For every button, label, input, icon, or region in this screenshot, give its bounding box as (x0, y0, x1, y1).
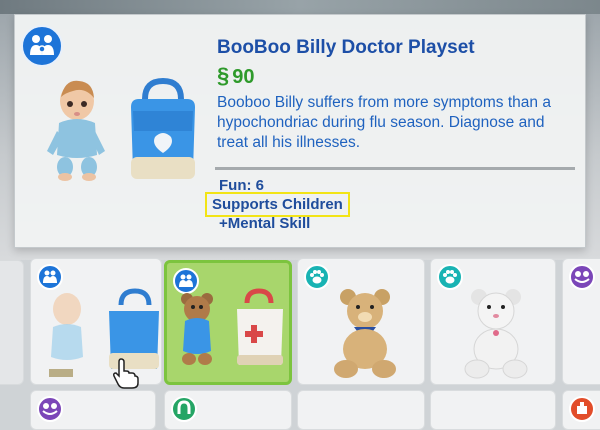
toy-icon (569, 396, 595, 422)
frog-icon (569, 264, 595, 290)
catalog-item-row2-4[interactable] (430, 390, 556, 430)
catalog-item-row2-3[interactable] (297, 390, 425, 430)
price-value: 90 (232, 66, 255, 88)
item-title: BooBoo Billy Doctor Playset (217, 37, 475, 58)
white-bear-thumbnail (464, 289, 528, 379)
catalog-item-doctor-playset-bear[interactable] (164, 260, 292, 385)
teddy-bear-thumbnail (334, 289, 396, 378)
catalog-item-frog-toy[interactable] (562, 258, 600, 385)
horseshoe-icon (171, 396, 197, 422)
item-description: Booboo Billy suffers from more symptoms … (217, 94, 551, 151)
supports-children-label: Supports Children (205, 192, 350, 217)
doctor-playset-thumbnail (49, 288, 159, 377)
catalog-item-teddy-bear[interactable] (297, 258, 425, 385)
catalog-item-partial-left[interactable] (0, 260, 24, 385)
catalog-item-row2-1[interactable] (30, 390, 156, 430)
catalog-item-doctor-playset[interactable] (30, 258, 162, 389)
catalog-item-row2-5[interactable] (562, 390, 600, 430)
item-tooltip: BooBoo Billy Doctor Playset § 90 Booboo B… (14, 14, 586, 248)
doctor-playset-image (47, 77, 195, 181)
frog-icon (37, 396, 63, 422)
catalog-item-white-bear[interactable] (430, 258, 556, 385)
catalog-item-row2-2[interactable] (164, 390, 292, 430)
item-price: § 90 (217, 63, 255, 89)
simoleon-icon: § (217, 63, 230, 88)
family-icon (21, 25, 63, 67)
divider (215, 167, 575, 170)
background-strip (0, 0, 600, 14)
hand-cursor-icon (113, 358, 139, 389)
bear-playset-thumbnail (181, 288, 283, 365)
mental-skill-label: +Mental Skill (219, 215, 311, 232)
